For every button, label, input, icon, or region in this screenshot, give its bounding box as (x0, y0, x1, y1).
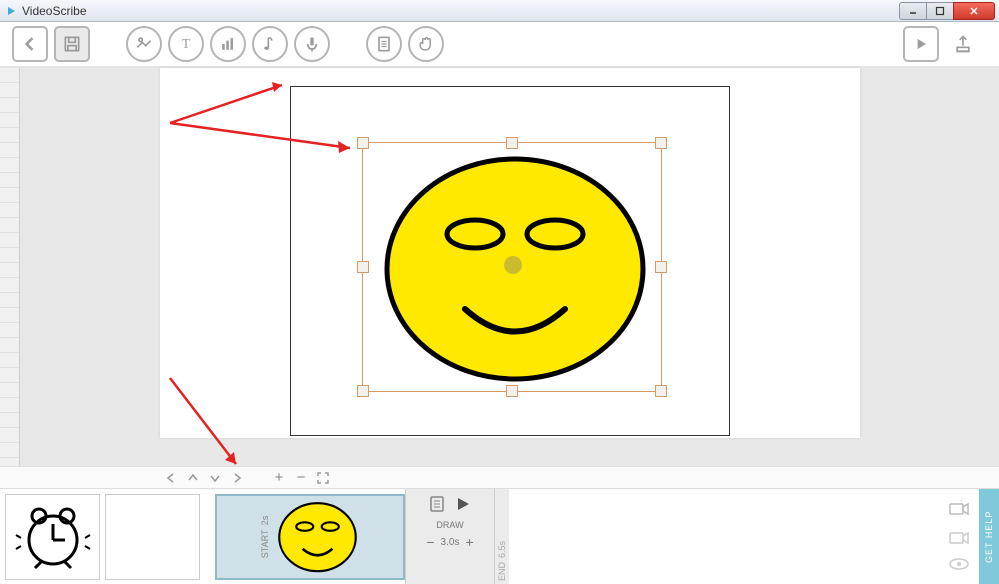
timeline-thumb-selected[interactable]: START 2s (215, 494, 405, 580)
save-button[interactable] (54, 26, 90, 62)
add-text-button[interactable]: T (168, 26, 204, 62)
window-close-button[interactable] (953, 2, 995, 20)
title-bar: VideoScribe (0, 0, 999, 22)
duration-decrease-button[interactable]: − (426, 534, 434, 550)
zoom-out-button[interactable]: − (292, 469, 310, 487)
resize-handle-tl[interactable] (357, 137, 369, 149)
add-music-button[interactable] (252, 26, 288, 62)
window-minimize-button[interactable] (899, 2, 927, 20)
resize-handle-bl[interactable] (357, 385, 369, 397)
timeline-right-tools: + (939, 489, 979, 584)
add-image-button[interactable] (126, 26, 162, 62)
add-chart-button[interactable] (210, 26, 246, 62)
vertical-ruler (0, 68, 20, 466)
timeline-end-label: END 6.5s (495, 489, 509, 584)
timeline-thumb-1[interactable] (5, 494, 100, 580)
resize-handle-b[interactable] (506, 385, 518, 397)
app-icon (4, 4, 18, 18)
canvas-area[interactable] (0, 68, 999, 466)
nav-right-button[interactable] (228, 469, 246, 487)
main-toolbar: T (0, 22, 999, 68)
record-voice-button[interactable] (294, 26, 330, 62)
timeline-thumb-2[interactable] (105, 494, 200, 580)
resize-handle-tr[interactable] (655, 137, 667, 149)
nav-left-button[interactable] (162, 469, 180, 487)
nav-down-button[interactable] (206, 469, 224, 487)
export-button[interactable] (945, 26, 981, 62)
preview-play-button[interactable] (903, 26, 939, 62)
get-help-tab[interactable]: GET HELP (979, 489, 999, 584)
timeline-properties-panel: DRAW − 3.0s + (405, 489, 495, 584)
camera-add-icon[interactable]: + (949, 500, 969, 519)
svg-text:+: + (959, 500, 964, 504)
draw-label: DRAW (436, 520, 463, 530)
zoom-fit-button[interactable] (314, 469, 332, 487)
properties-icon[interactable] (428, 495, 446, 516)
window-title: VideoScribe (22, 4, 900, 18)
hand-button[interactable] (408, 26, 444, 62)
zoom-in-button[interactable]: + (270, 469, 288, 487)
resize-handle-t[interactable] (506, 137, 518, 149)
play-element-button[interactable] (454, 495, 472, 516)
resize-handle-r[interactable] (655, 261, 667, 273)
camera-remove-icon[interactable] (949, 529, 969, 548)
selection-box[interactable] (362, 142, 662, 392)
resize-handle-br[interactable] (655, 385, 667, 397)
svg-text:T: T (182, 36, 190, 51)
resize-handle-l[interactable] (357, 261, 369, 273)
canvas-nav-bar: + − (0, 466, 999, 488)
duration-value: 3.0s (441, 537, 460, 548)
window-maximize-button[interactable] (926, 2, 954, 20)
paper-button[interactable] (366, 26, 402, 62)
back-button[interactable] (12, 26, 48, 62)
eye-icon[interactable] (949, 558, 969, 573)
duration-increase-button[interactable]: + (465, 534, 473, 550)
timeline-start-label: START 2s (258, 513, 272, 561)
timeline: START 2s DRAW − 3.0s + END 6.5s + GET HE… (0, 488, 999, 584)
nav-up-button[interactable] (184, 469, 202, 487)
timeline-thumb-smiley (275, 498, 360, 576)
